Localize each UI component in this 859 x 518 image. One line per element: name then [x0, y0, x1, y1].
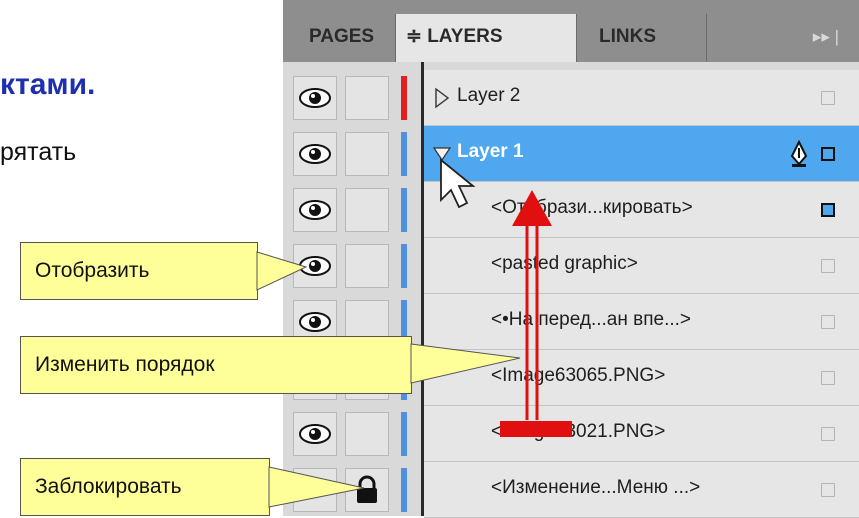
callout-reorder-pointer [410, 343, 521, 384]
annotation-overlay [256, 158, 572, 508]
callout-lock-pointer [268, 466, 365, 508]
callout-show-pointer [256, 251, 308, 291]
cursor-icon [440, 158, 476, 209]
reorder-arrow [500, 190, 572, 437]
